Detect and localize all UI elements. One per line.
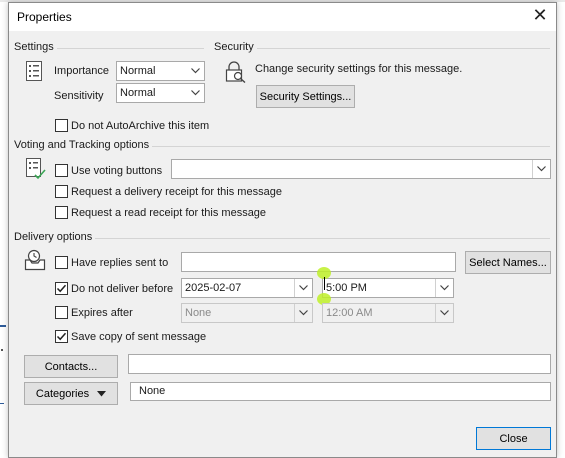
caret-down-icon xyxy=(97,390,107,397)
voting-options-select[interactable] xyxy=(171,159,551,179)
delivery-section-label: Delivery options xyxy=(14,231,93,243)
chevron-down-icon xyxy=(435,304,453,322)
security-settings-button[interactable]: Security Settings... xyxy=(256,85,355,108)
expires-checkbox[interactable] xyxy=(55,306,68,319)
voting-divider xyxy=(152,146,550,147)
checkmark-icon xyxy=(56,284,67,293)
have-replies-label: Have replies sent to xyxy=(71,257,169,269)
do-not-deliver-checkbox[interactable] xyxy=(55,282,68,295)
close-button-label: Close xyxy=(499,432,528,445)
voting-icon xyxy=(26,158,46,183)
expires-date-select[interactable]: None xyxy=(181,303,313,323)
read-receipt-checkbox[interactable] xyxy=(55,206,68,219)
checkmark-icon xyxy=(56,332,67,341)
background-app-mark xyxy=(1,349,3,351)
title-bar: Properties ✕ xyxy=(9,3,556,31)
security-section-label: Security xyxy=(214,41,254,53)
select-names-label: Select Names... xyxy=(469,256,547,269)
delivery-receipt-checkbox[interactable] xyxy=(55,185,68,198)
voting-section-label: Voting and Tracking options xyxy=(14,139,150,151)
settings-divider xyxy=(57,48,204,49)
delivery-receipt-label: Request a delivery receipt for this mess… xyxy=(71,186,282,198)
security-settings-label: Security Settings... xyxy=(259,90,352,103)
use-voting-checkbox[interactable] xyxy=(55,164,68,177)
save-copy-label: Save copy of sent message xyxy=(71,331,207,343)
no-autoarchive-label: Do not AutoArchive this item xyxy=(71,120,210,132)
importance-label: Importance xyxy=(54,65,110,77)
security-lock-icon xyxy=(225,61,247,86)
contacts-button-label: Contacts... xyxy=(44,360,98,373)
expires-label: Expires after xyxy=(71,307,133,319)
security-description: Change security settings for this messag… xyxy=(255,63,463,75)
window-title: Properties xyxy=(17,10,72,24)
background-app-mark xyxy=(0,398,4,404)
save-copy-checkbox[interactable] xyxy=(55,330,68,343)
sensitivity-value: Normal xyxy=(120,87,156,99)
contacts-input[interactable] xyxy=(128,354,551,374)
expires-date-value: None xyxy=(185,307,212,319)
read-receipt-label: Request a read receipt for this message xyxy=(71,207,267,219)
chevron-down-icon xyxy=(294,304,312,322)
do-not-deliver-date-select[interactable]: 2025-02-07 xyxy=(181,278,313,298)
categories-button-label: Categories xyxy=(35,387,90,400)
no-autoarchive-checkbox[interactable] xyxy=(55,119,68,132)
expires-time-select[interactable]: 12:00 AM xyxy=(322,303,454,323)
do-not-deliver-time-select[interactable]: 5:00 PM xyxy=(322,278,454,298)
close-window-button[interactable]: ✕ xyxy=(527,5,553,29)
chevron-down-icon xyxy=(186,62,204,80)
select-names-button[interactable]: Select Names... xyxy=(465,251,551,274)
categories-button[interactable]: Categories xyxy=(24,382,118,405)
sensitivity-label: Sensitivity xyxy=(54,90,104,102)
sensitivity-select[interactable]: Normal xyxy=(116,83,205,103)
chevron-down-icon xyxy=(435,279,453,297)
contacts-button[interactable]: Contacts... xyxy=(24,355,118,378)
do-not-deliver-label: Do not deliver before xyxy=(71,283,174,295)
do-not-deliver-time-value: 5:00 PM xyxy=(326,282,367,294)
chevron-down-icon xyxy=(532,160,550,178)
delivery-divider xyxy=(95,238,550,239)
chevron-down-icon xyxy=(294,279,312,297)
close-icon: ✕ xyxy=(532,5,548,26)
security-divider xyxy=(257,48,550,49)
categories-field: None xyxy=(130,382,551,401)
background-app-mark xyxy=(0,325,6,327)
delivery-icon xyxy=(24,249,46,274)
do-not-deliver-date-value: 2025-02-07 xyxy=(185,282,242,294)
importance-select[interactable]: Normal xyxy=(116,61,205,81)
have-replies-checkbox[interactable] xyxy=(55,256,68,269)
chevron-down-icon xyxy=(186,84,204,102)
settings-icon xyxy=(26,61,42,84)
text-cursor xyxy=(324,277,325,290)
importance-value: Normal xyxy=(120,65,156,77)
close-button[interactable]: Close xyxy=(476,427,551,450)
use-voting-label: Use voting buttons xyxy=(71,165,163,177)
expires-time-value: 12:00 AM xyxy=(326,307,373,319)
categories-value: None xyxy=(139,385,166,397)
properties-dialog: Properties ✕ Settings Importance Normal … xyxy=(8,2,557,458)
settings-section-label: Settings xyxy=(14,41,54,53)
